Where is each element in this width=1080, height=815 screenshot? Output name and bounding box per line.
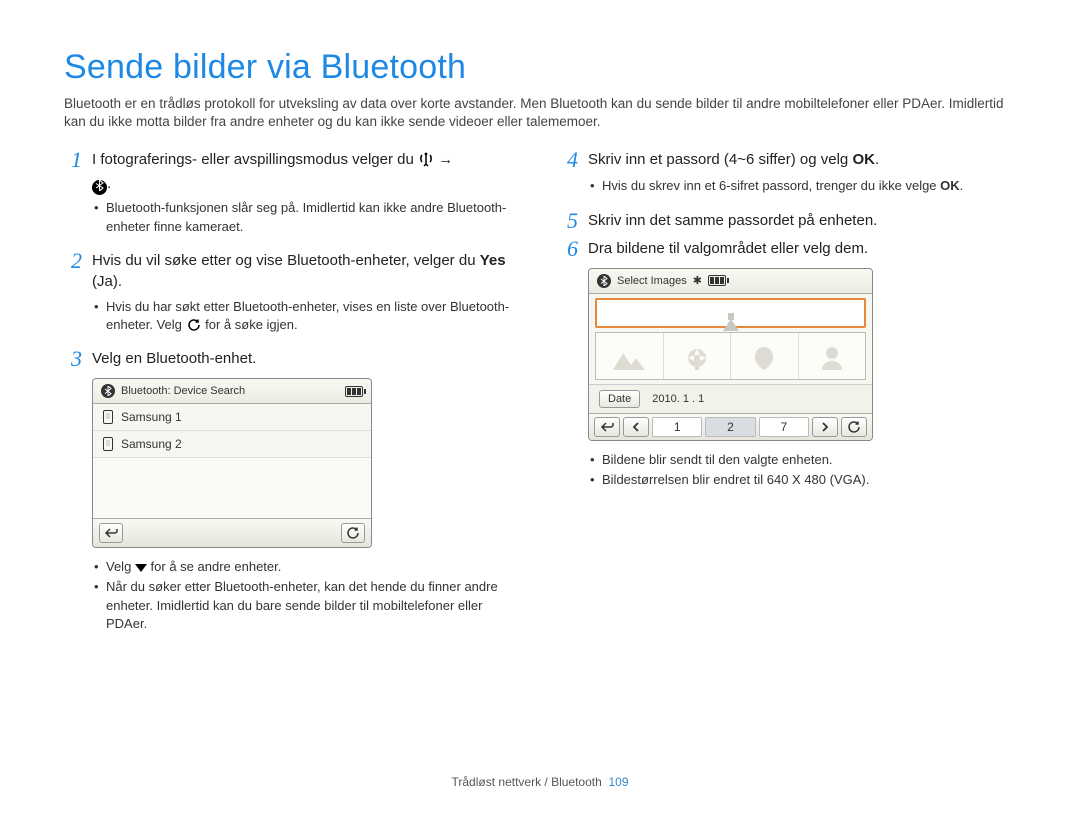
right-column: 4 Skriv inn et passord (4~6 siffer) og v…	[560, 149, 1016, 647]
device2-titlebar: Select Images ✱	[589, 269, 872, 294]
page-number[interactable]: 1	[652, 417, 702, 437]
refresh-icon	[186, 317, 202, 333]
step6-bullets: Bildene blir sendt til den valgte enhete…	[560, 451, 1016, 489]
battery-icon	[708, 275, 726, 286]
step-2: 2 Hvis du vil søke etter og vise Bluetoo…	[64, 250, 520, 292]
intro-text: Bluetooth er en trådløs protokoll for ut…	[64, 95, 1016, 131]
step-number: 1	[64, 149, 82, 171]
bullet: Bluetooth-funksjonen slår seg på. Imidle…	[94, 199, 520, 235]
step1-arrow: →	[438, 151, 453, 168]
battery-icon	[345, 386, 363, 397]
bluetooth-icon	[597, 274, 611, 288]
list-item-label: Samsung 2	[121, 437, 182, 451]
bluetooth-icon	[101, 384, 115, 398]
thumbnail[interactable]	[731, 333, 799, 379]
step-5: 5 Skriv inn det samme passordet på enhet…	[560, 210, 1016, 232]
device-bottombar	[93, 518, 371, 547]
next-page-button[interactable]	[812, 417, 838, 437]
prev-page-button[interactable]	[623, 417, 649, 437]
bullet: Bildestørrelsen blir endret til 640 X 48…	[590, 471, 1016, 489]
antenna-icon	[418, 151, 434, 167]
date-button[interactable]: Date	[599, 390, 640, 408]
step-number: 6	[560, 238, 578, 260]
step-number: 3	[64, 348, 82, 370]
phone-icon	[103, 437, 113, 451]
device2-title-text: Select Images	[617, 275, 687, 287]
step-5-text: Skriv inn det samme passordet på enheten…	[588, 210, 877, 231]
bullet: Hvis du skrev inn et 6-sifret passord, t…	[590, 177, 1016, 195]
page-title: Sende bilder via Bluetooth	[64, 48, 1016, 87]
list-item-label: Samsung 1	[121, 410, 182, 424]
device-search-screen: Bluetooth: Device Search Samsung 1 Samsu…	[92, 378, 372, 548]
drop-zone[interactable]	[595, 298, 866, 328]
thumbnail[interactable]	[664, 333, 732, 379]
step-6-text: Dra bildene til valgområdet eller velg d…	[588, 238, 868, 259]
device-list-empty	[93, 458, 371, 518]
pager: 1 2 7	[589, 413, 872, 440]
bluetooth-icon	[92, 180, 107, 195]
step-4: 4 Skriv inn et passord (4~6 siffer) og v…	[560, 149, 1016, 171]
device-titlebar: Bluetooth: Device Search	[93, 379, 371, 404]
step1-part-a: I fotograferings- eller avspillingsmodus…	[92, 151, 418, 168]
step-number: 5	[560, 210, 578, 232]
bullet: Velg for å se andre enheter.	[94, 558, 520, 576]
footer-section: Trådløst nettverk / Bluetooth	[452, 775, 602, 789]
thumbnail[interactable]	[799, 333, 866, 379]
device-list-item[interactable]: Samsung 2	[93, 431, 371, 458]
step-4-text: Skriv inn et passord (4~6 siffer) og vel…	[588, 149, 879, 170]
page-number[interactable]: 2	[705, 417, 755, 437]
refresh-button[interactable]	[841, 417, 867, 437]
step-2-text: Hvis du vil søke etter og vise Bluetooth…	[92, 250, 520, 292]
device-list: Samsung 1 Samsung 2	[93, 404, 371, 518]
page-number[interactable]: 7	[759, 417, 809, 437]
step1-bullets: Bluetooth-funksjonen slår seg på. Imidle…	[64, 199, 520, 235]
step-1: 1 I fotograferings- eller avspillingsmod…	[64, 149, 520, 171]
step-1-text: I fotograferings- eller avspillingsmodus…	[92, 149, 453, 170]
step-1-cont: .	[64, 173, 520, 195]
select-images-screen: Select Images ✱	[588, 268, 873, 441]
arrow-up-icon	[723, 302, 739, 331]
page-footer: Trådløst nettverk / Bluetooth 109	[0, 775, 1080, 789]
phone-icon	[103, 410, 113, 424]
thumbnail-row	[595, 332, 866, 380]
step2-bullets: Hvis du har søkt etter Bluetooth-enheter…	[64, 298, 520, 334]
chevron-down-icon	[135, 564, 147, 572]
bluetooth-status-icon: ✱	[693, 274, 702, 287]
left-column: 1 I fotograferings- eller avspillingsmod…	[64, 149, 520, 647]
step-6: 6 Dra bildene til valgområdet eller velg…	[560, 238, 1016, 260]
device-list-item[interactable]: Samsung 1	[93, 404, 371, 431]
back-button[interactable]	[594, 417, 620, 437]
footer-page-number: 109	[608, 775, 628, 789]
bullet: Hvis du har søkt etter Bluetooth-enheter…	[94, 298, 520, 334]
step4-bullets: Hvis du skrev inn et 6-sifret passord, t…	[560, 177, 1016, 195]
step3-bullets: Velg for å se andre enheter. Når du søke…	[64, 558, 520, 633]
step-number: 2	[64, 250, 82, 272]
device-title-text: Bluetooth: Device Search	[121, 385, 339, 397]
content-columns: 1 I fotograferings- eller avspillingsmod…	[64, 149, 1016, 647]
back-button[interactable]	[99, 523, 123, 543]
date-value: 2010. 1 . 1	[652, 393, 704, 405]
step-3-text: Velg en Bluetooth-enhet.	[92, 348, 256, 369]
step-number: 4	[560, 149, 578, 171]
bullet: Når du søker etter Bluetooth-enheter, ka…	[94, 578, 520, 633]
step1-part-b: .	[107, 175, 111, 192]
date-row: Date 2010. 1 . 1	[589, 384, 872, 413]
thumbnail[interactable]	[596, 333, 664, 379]
step-3: 3 Velg en Bluetooth-enhet.	[64, 348, 520, 370]
refresh-button[interactable]	[341, 523, 365, 543]
bullet: Bildene blir sendt til den valgte enhete…	[590, 451, 1016, 469]
